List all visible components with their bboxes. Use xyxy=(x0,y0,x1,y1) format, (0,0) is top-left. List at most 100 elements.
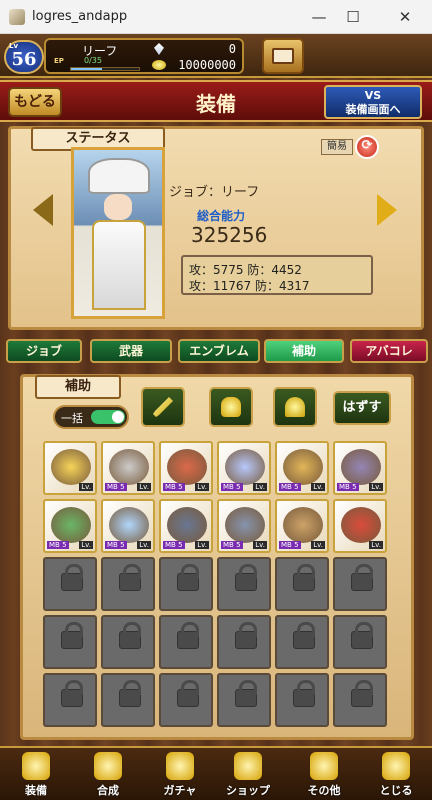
item-slot[interactable]: MB 5 Lv. xyxy=(101,499,155,553)
hat-art xyxy=(88,158,150,194)
hammer-icon xyxy=(94,752,122,780)
coin-icon xyxy=(152,60,166,70)
item-grid: Lv. MB 5 Lv. MB 5 Lv. MB 5 Lv. MB 5 Lv. MB 5 Lv. MB… xyxy=(43,441,393,743)
nav-synthesis[interactable]: 合成 xyxy=(78,752,138,800)
tab-support[interactable]: 補助 xyxy=(264,339,344,363)
mb-badge: MB 5 xyxy=(221,483,243,491)
character-portrait xyxy=(71,147,165,319)
category-tabs: ジョブ 武器 エンブレム 補助 アバコレ xyxy=(0,339,432,365)
tab-job[interactable]: ジョブ xyxy=(6,339,82,363)
close-window-button[interactable]: ✕ xyxy=(390,4,420,30)
inventory-panel: 補助 一括 はずす Lv. MB 5 Lv. MB 5 Lv. MB 5 Lv. MB 5 Lv… xyxy=(20,374,414,740)
mb-badge: MB 5 xyxy=(163,541,185,549)
item-slot[interactable]: MB 5 Lv. xyxy=(217,441,271,495)
vs-equipment-button[interactable]: VS 装備画面へ xyxy=(324,85,422,119)
item-slot[interactable]: Lv. xyxy=(43,441,97,495)
locked-slot xyxy=(101,673,155,727)
bottom-nav: 装備 合成 ガチャ ショップ その他 とじる xyxy=(0,746,432,800)
book-icon xyxy=(272,48,294,64)
level-badge: Lv 56 xyxy=(4,40,44,74)
locked-slot xyxy=(275,673,329,727)
nav-close[interactable]: とじる xyxy=(366,752,426,800)
item-slot[interactable]: MB 5 Lv. xyxy=(275,499,329,553)
locked-slot xyxy=(275,557,329,611)
vs-label: VS xyxy=(364,89,382,102)
item-slot[interactable]: Lv. xyxy=(333,499,387,553)
mb-badge: MB 5 xyxy=(221,541,243,549)
minimize-button[interactable]: — xyxy=(304,4,334,30)
item-slot[interactable]: MB 5 Lv. xyxy=(43,499,97,553)
locked-slot xyxy=(159,673,213,727)
item-art xyxy=(283,507,323,543)
filter-armor-button[interactable] xyxy=(209,387,253,427)
bulk-toggle[interactable]: 一括 xyxy=(53,405,129,429)
next-arrow-icon[interactable] xyxy=(377,194,397,226)
nav-other[interactable]: その他 xyxy=(294,752,354,800)
item-level-badge: Lv. xyxy=(79,541,93,549)
simple-view-label: 簡易 xyxy=(321,139,353,155)
lock-icon xyxy=(61,564,83,591)
switch-knob xyxy=(112,411,124,423)
armor-icon xyxy=(221,397,241,417)
item-slot[interactable]: MB 5 Lv. xyxy=(333,441,387,495)
locked-slot xyxy=(43,673,97,727)
item-art xyxy=(109,507,149,543)
app-icon xyxy=(9,9,25,25)
mb-badge: MB 5 xyxy=(279,483,301,491)
item-slot[interactable]: MB 5 Lv. xyxy=(101,441,155,495)
tab-emblem[interactable]: エンブレム xyxy=(178,339,260,363)
item-level-badge: Lv. xyxy=(311,483,325,491)
mb-badge: MB 5 xyxy=(163,483,185,491)
remove-button[interactable]: はずす xyxy=(333,391,391,425)
item-slot[interactable]: MB 5 Lv. xyxy=(159,441,213,495)
refresh-icon[interactable]: ⟳ xyxy=(355,135,379,159)
item-art xyxy=(225,507,265,543)
locked-slot xyxy=(217,557,271,611)
item-level-badge: Lv. xyxy=(253,541,267,549)
locked-slot xyxy=(333,673,387,727)
item-art xyxy=(51,507,91,543)
item-slot[interactable]: MB 5 Lv. xyxy=(217,499,271,553)
lock-icon xyxy=(119,564,141,591)
nav-shop[interactable]: ショップ xyxy=(218,752,278,800)
helmet-icon xyxy=(285,397,305,417)
item-level-badge: Lv. xyxy=(137,483,151,491)
book-button[interactable] xyxy=(262,38,304,74)
inventory-tab: 補助 xyxy=(35,375,121,399)
header-bar: もどる 装備 VS 装備画面へ xyxy=(0,80,432,122)
locked-slot xyxy=(159,615,213,669)
tab-avatar-collection[interactable]: アバコレ xyxy=(350,339,428,363)
close-statue-icon xyxy=(382,752,410,780)
window-titlebar: logres_andapp — ☐ ✕ xyxy=(0,0,432,34)
filter-weapon-button[interactable] xyxy=(141,387,185,427)
player-bar: Lv 56 リーフ EP 0/35 0 10000000 xyxy=(0,34,432,78)
nav-equip[interactable]: 装備 xyxy=(6,752,66,800)
nav-shop-label: ショップ xyxy=(226,784,270,797)
item-art xyxy=(109,449,149,485)
gem-count: 0 xyxy=(228,42,236,56)
filter-helmet-button[interactable] xyxy=(273,387,317,427)
locked-slot xyxy=(101,615,155,669)
lock-icon xyxy=(177,564,199,591)
lock-icon xyxy=(351,680,373,707)
item-slot[interactable]: MB 5 Lv. xyxy=(275,441,329,495)
ep-label: EP xyxy=(54,57,64,65)
page-title: 装備 xyxy=(196,92,236,116)
item-slot[interactable]: MB 5 Lv. xyxy=(159,499,213,553)
locked-slot xyxy=(275,615,329,669)
maximize-button[interactable]: ☐ xyxy=(338,4,368,30)
lock-icon xyxy=(119,622,141,649)
nav-gacha[interactable]: ガチャ xyxy=(150,752,210,800)
tab-weapon[interactable]: 武器 xyxy=(90,339,172,363)
bulk-label: 一括 xyxy=(61,412,83,425)
back-button[interactable]: もどる xyxy=(8,87,62,117)
bulk-switch[interactable] xyxy=(91,410,125,424)
item-level-badge: Lv. xyxy=(253,483,267,491)
crystal-icon xyxy=(234,752,262,780)
lock-icon xyxy=(235,680,257,707)
item-level-badge: Lv. xyxy=(79,483,93,491)
item-art xyxy=(283,449,323,485)
game-area: Lv 56 リーフ EP 0/35 0 10000000 もどる 装備 VS 装… xyxy=(0,34,432,800)
lock-icon xyxy=(293,564,315,591)
prev-arrow-icon[interactable] xyxy=(33,194,53,226)
